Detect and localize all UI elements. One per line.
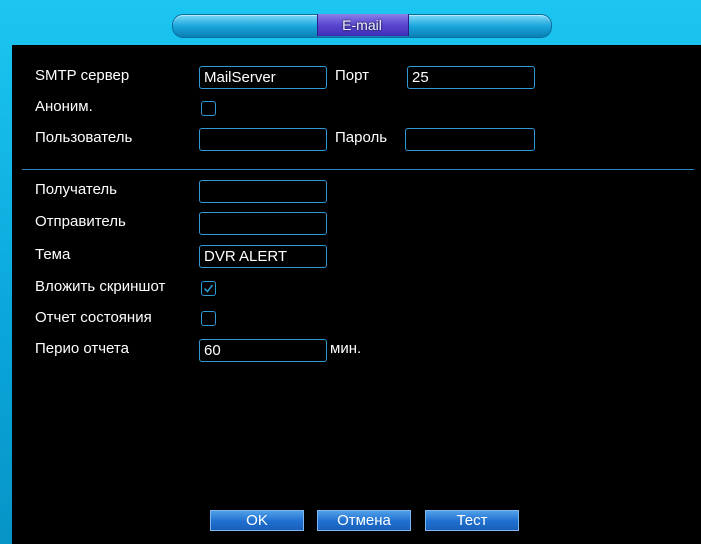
attach-snapshot-checkbox[interactable] — [201, 281, 216, 296]
section-divider — [22, 169, 694, 170]
user-label: Пользователь — [35, 129, 133, 146]
test-button[interactable]: Тест — [425, 510, 519, 531]
cancel-button[interactable]: Отмена — [317, 510, 411, 531]
subject-label: Тема — [35, 246, 71, 263]
report-period-label: Перио отчета — [35, 340, 129, 357]
anonymous-checkbox[interactable] — [201, 101, 216, 116]
recipient-label: Получатель — [35, 181, 117, 198]
report-period-unit: мин. — [330, 340, 362, 357]
attach-snapshot-label: Вложить скриншот — [35, 278, 166, 295]
user-input[interactable] — [199, 128, 327, 151]
checkmark-icon — [203, 284, 214, 293]
recipient-input[interactable] — [199, 180, 327, 203]
status-report-label: Отчет состояния — [35, 309, 152, 326]
port-label: Порт — [335, 67, 370, 84]
smtp-server-label: SMTP сервер — [35, 67, 130, 84]
sender-input[interactable] — [199, 212, 327, 235]
password-label: Пароль — [335, 129, 388, 146]
smtp-server-input[interactable]: MailServer — [199, 66, 327, 89]
port-input[interactable]: 25 — [407, 66, 535, 89]
anonymous-label: Аноним. — [35, 98, 93, 115]
sender-label: Отправитель — [35, 213, 126, 230]
dialog-title: E-mail — [342, 17, 382, 33]
password-input[interactable] — [405, 128, 535, 151]
report-period-input[interactable]: 60 — [199, 339, 327, 362]
subject-input[interactable]: DVR ALERT — [199, 245, 327, 268]
status-report-checkbox[interactable] — [201, 311, 216, 326]
ok-button[interactable]: OK — [210, 510, 304, 531]
